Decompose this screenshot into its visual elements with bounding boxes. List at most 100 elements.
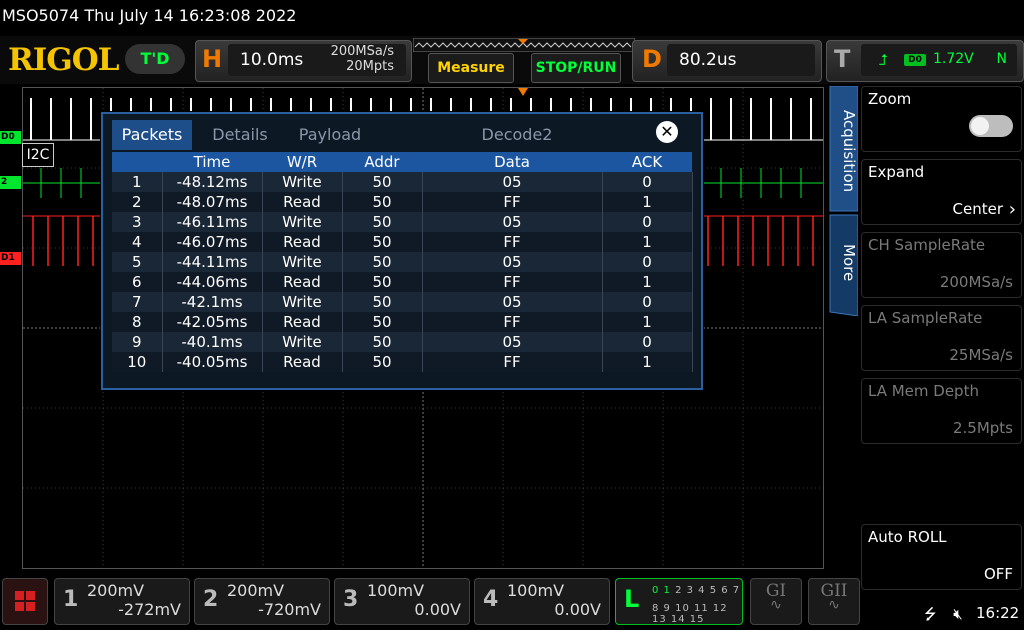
table-cell: 0: [602, 332, 693, 352]
channel-marker-d0[interactable]: D0: [0, 131, 21, 144]
channel-1-button[interactable]: 1 200mV -272mV: [54, 578, 190, 625]
channel-2-offset: -720mV: [258, 600, 321, 619]
logic-analyzer-button[interactable]: L 0 1 2 3 4 5 6 7 8 9 10 11 12 13 14 15: [615, 578, 743, 625]
status-icons: ⭍ 🔇︎: [924, 604, 963, 629]
table-cell: FF: [422, 192, 603, 212]
menu-la-mem-depth: LA Mem Depth 2.5Mpts: [861, 378, 1022, 444]
table-cell: 50: [342, 272, 423, 292]
horizontal-readout: 10.0ms 200MSa/s 20Mpts: [228, 44, 406, 76]
table-cell: 05: [422, 172, 603, 192]
channel-4-offset: 0.00V: [554, 600, 601, 619]
title-bar: MSO5074 Thu July 14 16:23:08 2022: [0, 0, 1024, 34]
la-channels-row-1: 0 1 2 3 4 5 6 7: [652, 585, 741, 596]
table-cell: -44.11ms: [162, 252, 263, 272]
tab-payload[interactable]: Payload: [287, 120, 373, 150]
table-cell: Read: [262, 272, 343, 292]
table-row[interactable]: 8 -42.05ms Read 50 FF 1: [112, 312, 693, 332]
horizontal-letter: H: [202, 45, 223, 73]
menu-la-samplerate-value: 25MSa/s: [949, 346, 1013, 364]
channel-marker-d1[interactable]: D1: [0, 252, 21, 265]
channel-3-button[interactable]: 3 100mV 0.00V: [334, 578, 470, 625]
table-cell: 05: [422, 252, 603, 272]
i2c-decode-tag: I2C: [22, 143, 54, 167]
tab-decode2[interactable]: Decode2: [469, 120, 565, 150]
table-row[interactable]: 6 -44.06ms Read 50 FF 1: [112, 272, 693, 292]
channel-1-offset: -272mV: [118, 600, 181, 619]
table-cell: 1: [602, 352, 693, 372]
table-cell: -40.05ms: [162, 352, 263, 372]
table-row[interactable]: 2 -48.07ms Read 50 FF 1: [112, 192, 693, 212]
trigger-mode-value: N: [996, 51, 1007, 67]
trigger-source-badge: D0: [904, 54, 926, 66]
rigol-logo: RIGOL: [8, 42, 120, 78]
delay-panel[interactable]: D 80.2us: [632, 40, 822, 82]
table-cell: 10: [112, 352, 163, 372]
measure-button[interactable]: Measure: [428, 53, 514, 83]
table-cell: FF: [422, 352, 603, 372]
channel-2-button[interactable]: 2 200mV -720mV: [194, 578, 330, 625]
horizontal-panel[interactable]: H 10.0ms 200MSa/s 20Mpts: [195, 40, 412, 82]
table-row[interactable]: 1 -48.12ms Write 50 05 0: [112, 172, 693, 192]
menu-expand-label: Expand: [868, 163, 925, 181]
menu-la-mem-depth-label: LA Mem Depth: [868, 382, 979, 400]
table-cell: 50: [342, 312, 423, 332]
usb-icon: ⭍: [924, 605, 937, 623]
table-cell: 50: [342, 192, 423, 212]
table-cell: 1: [602, 192, 693, 212]
table-cell: 50: [342, 352, 423, 372]
menu-ch-samplerate-value: 200MSa/s: [939, 273, 1013, 291]
table-cell: 05: [422, 332, 603, 352]
table-row[interactable]: 10 -40.05ms Read 50 FF 1: [112, 352, 693, 372]
table-cell: 50: [342, 232, 423, 252]
stop-run-button[interactable]: STOP/RUN: [531, 53, 621, 83]
table-row[interactable]: 5 -44.11ms Write 50 05 0: [112, 252, 693, 272]
menu-auto-roll-value: OFF: [983, 565, 1013, 583]
channel-4-button[interactable]: 4 100mV 0.00V: [474, 578, 610, 625]
channel-3-scale: 100mV: [367, 581, 425, 600]
tab-acquisition[interactable]: Acquisition: [826, 92, 858, 210]
channel-1-number: 1: [63, 587, 79, 612]
menu-auto-roll[interactable]: Auto ROLL OFF: [861, 524, 1022, 590]
table-cell: Write: [262, 172, 343, 192]
table-cell: 0: [602, 172, 693, 192]
sample-rate-value: 200MSa/s: [330, 44, 394, 59]
home-menu-button[interactable]: [2, 578, 48, 625]
tab-details[interactable]: Details: [200, 120, 280, 150]
table-cell: 8: [112, 312, 163, 332]
table-cell: 1: [112, 172, 163, 192]
tab-packets[interactable]: Packets: [112, 120, 192, 150]
title-text: MSO5074 Thu July 14 16:23:08 2022: [2, 6, 297, 25]
table-row[interactable]: 4 -46.07ms Read 50 FF 1: [112, 232, 693, 252]
table-cell: Write: [262, 332, 343, 352]
menu-expand-value: Center: [952, 200, 1004, 218]
generator-2-button[interactable]: GII ∿: [808, 578, 860, 625]
table-cell: Write: [262, 292, 343, 312]
tab-more[interactable]: More: [826, 228, 858, 298]
clock: 16:22: [976, 604, 1020, 622]
channel-2-scale: 200mV: [227, 581, 285, 600]
zoom-toggle[interactable]: [969, 115, 1013, 137]
channel-2-number: 2: [203, 587, 219, 612]
td-badge[interactable]: T'D: [125, 44, 185, 74]
table-cell: 7: [112, 292, 163, 312]
channel-marker-2[interactable]: 2: [0, 176, 21, 189]
sine-wave-icon: ∿: [770, 597, 782, 613]
menu-expand[interactable]: Expand Center ›: [861, 159, 1022, 225]
table-row[interactable]: 9 -40.1ms Write 50 05 0: [112, 332, 693, 352]
generator-1-button[interactable]: GI ∿: [750, 578, 802, 625]
table-cell: -48.12ms: [162, 172, 263, 192]
table-cell: Read: [262, 352, 343, 372]
menu-zoom[interactable]: Zoom: [861, 86, 1022, 152]
table-cell: 05: [422, 212, 603, 232]
table-cell: 9: [112, 332, 163, 352]
trigger-panel[interactable]: T ⮥ D0 1.72V N: [826, 40, 1024, 82]
speaker-muted-icon[interactable]: 🔇︎: [953, 605, 962, 623]
column-header: ACK: [602, 152, 692, 172]
table-cell: FF: [422, 272, 603, 292]
table-row[interactable]: 7 -42.1ms Write 50 05 0: [112, 292, 693, 312]
table-row[interactable]: 3 -46.11ms Write 50 05 0: [112, 212, 693, 232]
close-dialog-button[interactable]: ✕: [656, 121, 678, 143]
table-cell: 0: [602, 252, 693, 272]
toggle-knob: [971, 117, 989, 135]
memory-position-strip: [413, 38, 635, 52]
